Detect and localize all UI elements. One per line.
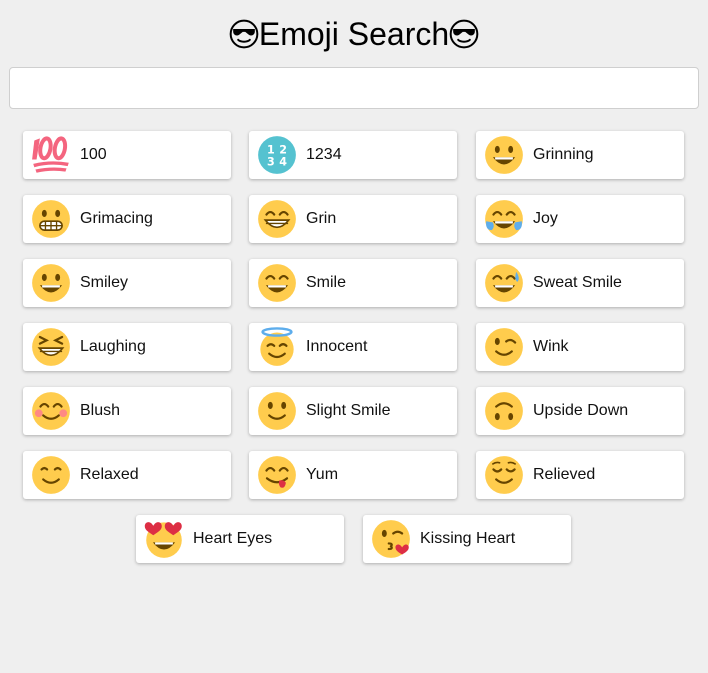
emoji-result-item[interactable]: Innocent bbox=[249, 323, 457, 371]
emoji-result-item[interactable]: Grinning bbox=[476, 131, 684, 179]
emoji-label: Laughing bbox=[80, 338, 146, 355]
relaxed-face-icon bbox=[32, 456, 70, 494]
page-title: Emoji Search bbox=[0, 0, 708, 54]
emoji-label: Wink bbox=[533, 338, 569, 355]
emoji-label: 1234 bbox=[306, 146, 342, 163]
emoji-label: Yum bbox=[306, 466, 339, 483]
tears-of-joy-face-icon bbox=[485, 200, 523, 238]
kissing-heart-face-icon bbox=[372, 520, 410, 558]
relieved-face-icon bbox=[485, 456, 523, 494]
emoji-result-item[interactable]: Heart Eyes bbox=[136, 515, 344, 563]
yum-face-icon bbox=[258, 456, 296, 494]
heart-eyes-face-icon bbox=[144, 522, 182, 558]
halo-face-icon bbox=[260, 327, 294, 366]
input-numbers-icon: 12 34 bbox=[258, 136, 296, 174]
emoji-label: Smile bbox=[306, 274, 347, 291]
search-input[interactable] bbox=[9, 67, 699, 109]
emoji-result-item[interactable]: Slight Smile bbox=[249, 387, 457, 435]
laughing-face-icon bbox=[32, 328, 70, 366]
svg-text:4: 4 bbox=[279, 156, 287, 169]
upside-down-face-icon bbox=[485, 392, 523, 430]
emoji-result-item[interactable]: Smile bbox=[249, 259, 457, 307]
winking-face-icon bbox=[485, 328, 523, 366]
emoji-result-item[interactable]: Smiley bbox=[23, 259, 231, 307]
slightly-smiling-face-icon bbox=[258, 392, 296, 430]
emoji-label: Relaxed bbox=[80, 466, 139, 483]
emoji-label: Kissing Heart bbox=[420, 530, 516, 547]
svg-text:1: 1 bbox=[267, 143, 275, 156]
emoji-result-item[interactable]: Sweat Smile bbox=[476, 259, 684, 307]
sunglasses-face-icon bbox=[449, 19, 479, 49]
emoji-result-item[interactable]: Joy bbox=[476, 195, 684, 243]
grinning-face-icon bbox=[485, 136, 523, 174]
emoji-label: Relieved bbox=[533, 466, 596, 483]
emoji-label: Blush bbox=[80, 402, 121, 419]
emoji-label: Grimacing bbox=[80, 210, 153, 227]
search-bar bbox=[0, 54, 708, 109]
sweat-smile-face-icon bbox=[485, 264, 523, 302]
hundred-points-icon bbox=[32, 136, 69, 173]
emoji-result-item[interactable]: Relieved bbox=[476, 451, 684, 499]
emoji-label: Grinning bbox=[533, 146, 594, 163]
emoji-result-item[interactable]: Yum bbox=[249, 451, 457, 499]
smile-face-icon bbox=[258, 264, 296, 302]
emoji-result-item[interactable]: 12 3 4 1234 bbox=[249, 131, 457, 179]
emoji-label: Sweat Smile bbox=[533, 274, 622, 291]
svg-text:2: 2 bbox=[279, 143, 287, 156]
emoji-label: Smiley bbox=[80, 274, 129, 291]
page-title-text: Emoji Search bbox=[258, 15, 450, 52]
sunglasses-face-icon bbox=[229, 19, 259, 49]
emoji-label: 100 bbox=[80, 146, 107, 163]
emoji-results-list: 100 12 3 4 1234 Grinning Grimacing Grin Joy Smi… bbox=[0, 131, 708, 571]
emoji-label: Innocent bbox=[306, 338, 368, 355]
beaming-face-icon bbox=[258, 200, 296, 238]
emoji-result-item[interactable]: Relaxed bbox=[23, 451, 231, 499]
emoji-label: Joy bbox=[533, 210, 558, 227]
emoji-result-item[interactable]: Blush bbox=[23, 387, 231, 435]
emoji-result-item[interactable]: Kissing Heart bbox=[363, 515, 571, 563]
emoji-result-item[interactable]: Wink bbox=[476, 323, 684, 371]
emoji-label: Slight Smile bbox=[306, 402, 391, 419]
grimacing-face-icon bbox=[32, 200, 70, 238]
blushing-face-icon bbox=[32, 392, 70, 430]
emoji-result-item[interactable]: Laughing bbox=[23, 323, 231, 371]
smiley-face-icon bbox=[32, 264, 70, 302]
emoji-label: Upside Down bbox=[533, 402, 629, 419]
emoji-label: Grin bbox=[306, 210, 337, 227]
emoji-result-item[interactable]: 100 bbox=[23, 131, 231, 179]
emoji-result-item[interactable]: Grin bbox=[249, 195, 457, 243]
emoji-result-item[interactable]: Grimacing bbox=[23, 195, 231, 243]
svg-text:3: 3 bbox=[267, 156, 275, 169]
emoji-result-item[interactable]: Upside Down bbox=[476, 387, 684, 435]
emoji-label: Heart Eyes bbox=[193, 530, 273, 547]
